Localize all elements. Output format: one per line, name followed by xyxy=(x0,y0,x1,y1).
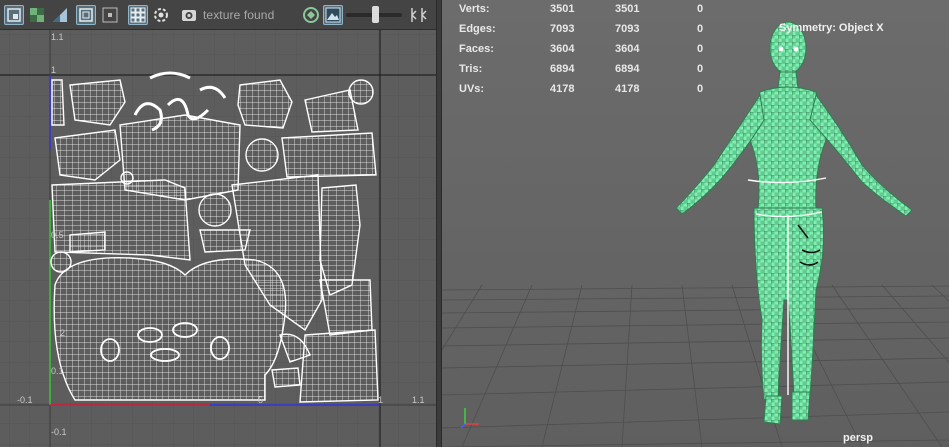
exposure-slider-thumb[interactable] xyxy=(372,6,379,23)
stat-row-faces: Faces: 3604 3604 0 xyxy=(459,43,704,55)
expand-icon[interactable] xyxy=(405,5,431,25)
axis-label-v-1: 1 xyxy=(51,65,57,75)
display-image-icon[interactable] xyxy=(323,5,343,25)
stat-row-verts: Verts: 3501 3501 0 xyxy=(459,3,704,15)
shade-uvs-icon[interactable] xyxy=(50,5,70,25)
uv-shells xyxy=(50,71,379,403)
perspective-viewport[interactable]: Verts: 3501 3501 0 Edges: 7093 7093 0 Fa… xyxy=(442,0,949,447)
axis-label-u-1: 1 xyxy=(378,395,384,405)
stat-row-uvs: UVs: 4178 4178 0 xyxy=(459,83,704,95)
symmetry-label: Symmetry: Object X xyxy=(779,22,884,34)
axis-label-v-1-1: 1.1 xyxy=(51,32,64,42)
uv-canvas-svg xyxy=(0,30,436,447)
axis-label-u-neg: -0.1 xyxy=(17,395,33,405)
axis-label-u-1-1: 1.1 xyxy=(412,395,425,405)
uv-editor-panel: texture found 1.1 1 0.5 2 0.1 -0.1 -0.1 … xyxy=(0,0,436,447)
pixel-snap-icon[interactable] xyxy=(151,5,171,25)
uv-toolbar: texture found xyxy=(0,0,436,30)
axis-label-u-0-5: 5 xyxy=(258,395,264,405)
uv-transfer-icon[interactable] xyxy=(301,5,321,25)
stat-row-tris: Tris: 6894 6894 0 xyxy=(459,63,704,75)
stat-row-edges: Edges: 7093 7093 0 xyxy=(459,23,704,35)
wireframe-icon[interactable] xyxy=(76,5,96,25)
texture-status-label: texture found xyxy=(203,8,275,22)
checker-icon[interactable] xyxy=(27,5,47,25)
uv-canvas[interactable]: 1.1 1 0.5 2 0.1 -0.1 -0.1 5 1 1.1 xyxy=(0,30,436,447)
uv-shell-select-icon[interactable] xyxy=(4,5,24,25)
axis-gizmo-icon xyxy=(460,408,479,429)
isolate-icon[interactable] xyxy=(100,5,120,25)
axis-label-v-0: 0.1 xyxy=(51,366,64,376)
axis-label-v-0-5: 0.5 xyxy=(51,230,64,240)
image-icon[interactable] xyxy=(179,5,199,25)
grid-icon[interactable] xyxy=(128,5,148,25)
axis-label-v-0-2: 2 xyxy=(60,328,66,338)
camera-name-label: persp xyxy=(843,432,873,444)
axis-label-v-neg: -0.1 xyxy=(51,427,67,437)
